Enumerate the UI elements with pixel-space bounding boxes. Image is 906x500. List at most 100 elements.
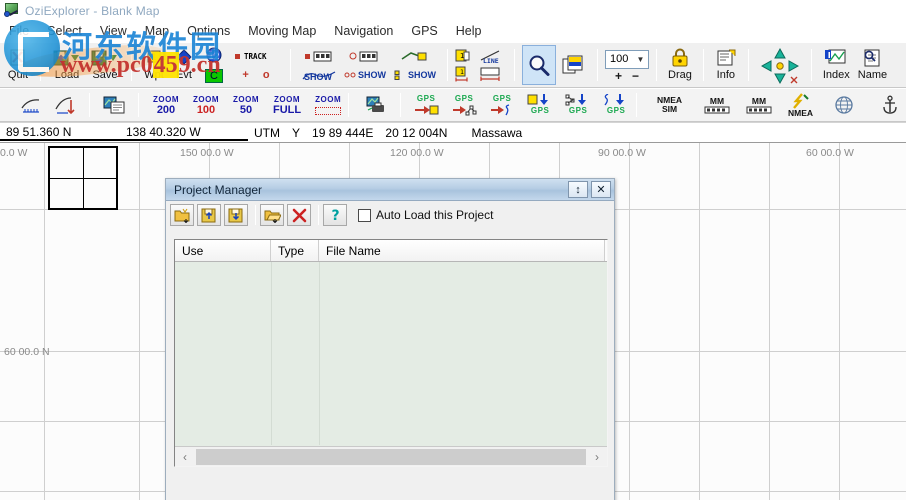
comment-button[interactable]: 12 C [199,44,229,86]
save-project-as-button[interactable] [197,204,221,226]
show-route-icon [399,46,431,70]
toolbar-separator [747,49,749,81]
save-project-button[interactable] [224,204,248,226]
scroll-right-arrow-icon[interactable]: › [587,448,607,466]
new-folder-icon [174,208,191,223]
nmea-label: NMEA [787,107,813,118]
event-button[interactable]: Evt [169,44,199,86]
menu-help[interactable]: Help [447,22,491,40]
line-icon[interactable]: LINE [479,48,503,64]
map-x-label-0: 0.0 W [0,147,28,159]
ruler-measure-button[interactable] [14,90,48,120]
index-button[interactable]: I Index [819,44,854,86]
list-body[interactable] [175,262,607,445]
zoom-full-button[interactable]: ZOOM FULL [273,95,302,116]
svg-text:?: ? [331,208,339,223]
globe-grid-button[interactable] [829,90,859,120]
pan-control[interactable] [756,45,804,85]
horizontal-scrollbar[interactable]: ‹ › [175,446,607,466]
map-list-icon [102,95,126,115]
gps-download-wpt-button[interactable]: GPS [413,94,439,116]
quit-button[interactable]: Quit [3,44,33,86]
save-disk-icon [228,208,245,223]
moving-map-button[interactable]: MM [704,95,730,114]
gps-upload-wpt-icon [527,94,553,106]
measure-box-icon[interactable] [479,66,503,82]
zoom-rect-top-label: ZOOM [315,95,342,104]
zoom-out-button[interactable]: − [632,70,639,82]
menu-map[interactable]: Map [136,22,178,40]
scroll-thumb[interactable] [196,448,586,465]
map-copy-button[interactable] [556,45,590,85]
column-header-use[interactable]: Use [175,240,271,261]
gps-upload-track-button[interactable]: GPS [603,94,629,116]
info-button[interactable]: Info [711,44,741,86]
restore-button[interactable]: ↕ [568,181,588,198]
map-coverage-box[interactable] [48,146,118,210]
gps-upload-wpt-label: GPS [530,106,550,115]
drag-button[interactable]: Drag [664,44,696,86]
print-map-button[interactable] [359,90,393,120]
show-points-button[interactable]: SHOW [340,44,390,86]
menu-moving-map[interactable]: Moving Map [239,22,325,40]
column-header-type[interactable]: Type [271,240,319,261]
dialog-toolbar: ? Auto Load this Project [166,201,614,229]
zoom-50-button[interactable]: ZOOM 50 [233,95,259,116]
measure-width-icon[interactable]: 1 [455,66,471,82]
zoom-200-button[interactable]: ZOOM 200 [153,95,179,116]
zoom-full-label: FULL [273,104,302,116]
magnifier-button[interactable] [522,45,556,85]
auto-load-checkbox-wrapper[interactable]: Auto Load this Project [358,208,493,222]
show-route-label: SHOW [408,70,436,80]
auto-load-checkbox[interactable] [358,208,371,222]
moving-map-bar-icon [704,106,730,113]
gps-upload-route-button[interactable]: GPS [565,94,591,116]
menu-view[interactable]: View [91,22,136,40]
scroll-left-arrow-icon[interactable]: ‹ [175,448,195,466]
track-button[interactable]: TRACK + o [229,44,283,86]
show-points-label: SHOW [358,70,386,80]
gps-upload-wpt-button[interactable]: GPS [527,94,553,116]
menu-options[interactable]: Options [178,22,239,40]
dialog-toolbar-separator [318,205,319,225]
help-button[interactable]: ? [323,204,347,226]
open-project-button[interactable] [260,204,284,226]
name-search-button[interactable]: Name [854,44,891,86]
close-icon[interactable]: ✕ [591,181,611,198]
chevron-down-icon[interactable]: ▼ [633,51,648,68]
page-number-icon[interactable]: 1 [455,48,471,64]
vector-delete-button[interactable] [48,90,82,120]
status-northing: 20 12 004N [385,125,448,140]
delete-project-button[interactable] [287,204,311,226]
map-y-label-0: 60 00.0 N [4,346,50,358]
map-x-label-1: 150 00.0 W [180,147,234,159]
menu-gps[interactable]: GPS [402,22,446,40]
dialog-title: Project Manager [174,182,263,197]
moving-map-label: MM [709,95,725,106]
waypoint-button[interactable]: 1 Wpt [139,44,169,86]
zoom-rect-button[interactable]: ZOOM [315,95,342,115]
gps-upload-route-icon [565,94,591,106]
zoom-in-button[interactable]: + [615,70,622,82]
anchor-button[interactable] [875,90,905,120]
gps-download-route-button[interactable]: GPS [451,94,477,116]
menu-file[interactable]: File [0,22,38,40]
dialog-titlebar[interactable]: Project Manager ↕ ✕ [166,179,614,201]
save-button[interactable]: Save [86,44,124,86]
nmea-sim-button[interactable]: NMEA SIM [651,96,688,114]
new-project-button[interactable] [170,204,194,226]
zoom-percent-combo[interactable]: 100 ▼ [605,49,649,69]
show-route-button[interactable]: SHOW [390,44,440,86]
menu-navigation[interactable]: Navigation [325,22,402,40]
gps-download-track-button[interactable]: GPS [489,94,515,116]
menu-select[interactable]: Select [38,22,91,40]
gps-download-wpt-icon [413,104,439,116]
toolbar-separator [810,49,812,81]
nmea-button[interactable]: NMEA [787,92,813,118]
load-button[interactable]: Load [48,44,86,86]
moving-map2-button[interactable]: MM [746,96,772,114]
project-file-list[interactable]: Use Type File Name ‹ › [174,239,608,467]
zoom-100-button[interactable]: ZOOM 100 [193,95,219,116]
map-list-button[interactable] [97,90,131,120]
column-header-file-name[interactable]: File Name [319,240,605,261]
